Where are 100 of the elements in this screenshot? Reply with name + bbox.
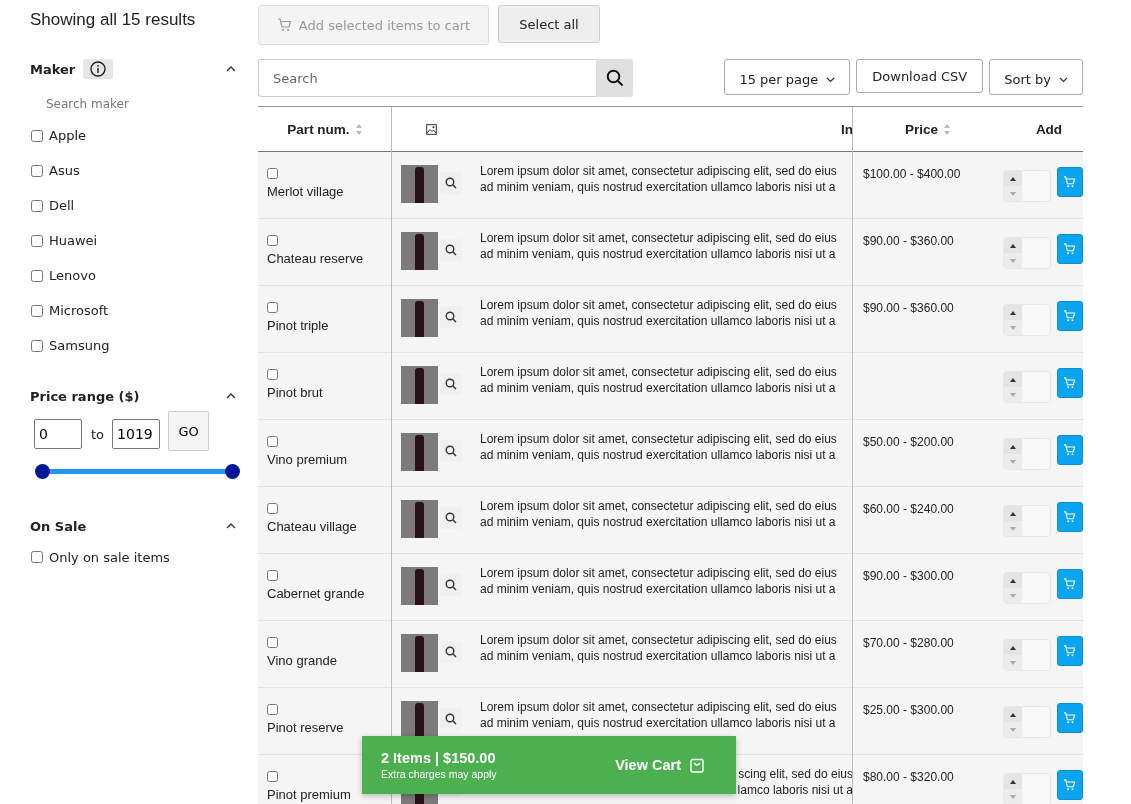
slider-thumb[interactable] — [35, 464, 50, 479]
spin-up-icon[interactable] — [1010, 310, 1016, 315]
checkbox[interactable] — [31, 164, 43, 177]
row-checkbox[interactable] — [267, 503, 278, 514]
part-name: Pinot triple — [267, 318, 330, 333]
quantity-field[interactable] — [1003, 572, 1051, 604]
min-price-field[interactable]: 0 — [34, 419, 82, 449]
info-icon[interactable] — [83, 59, 114, 79]
caret-icon — [826, 76, 836, 83]
zoom-icon[interactable] — [440, 574, 462, 596]
cart-icon — [1063, 310, 1077, 322]
cart-summary: 2 Items | $150.00 — [381, 750, 497, 766]
quantity-field[interactable] — [1003, 371, 1051, 403]
spin-up-icon[interactable] — [1010, 712, 1016, 717]
add-to-cart-button[interactable] — [1056, 435, 1083, 465]
spin-up-icon[interactable] — [1010, 176, 1016, 181]
bag-icon — [690, 757, 704, 773]
spin-up-icon[interactable] — [1010, 578, 1016, 583]
download-csv-button[interactable]: Download CSV — [856, 59, 984, 93]
zoom-icon[interactable] — [440, 239, 462, 261]
spin-up-icon[interactable] — [1010, 444, 1016, 449]
part-name: Chateau reserve — [267, 251, 365, 266]
quantity-field[interactable] — [1003, 773, 1051, 804]
zoom-icon[interactable] — [440, 172, 462, 194]
cart-icon — [1063, 645, 1077, 657]
column-header[interactable]: Part num. — [287, 121, 350, 137]
cart-icon — [1063, 578, 1077, 590]
zoom-icon[interactable] — [440, 373, 462, 395]
zoom-icon[interactable] — [440, 507, 462, 529]
quantity-field[interactable] — [1003, 237, 1051, 269]
add-to-cart-button[interactable] — [1056, 770, 1083, 800]
checkbox[interactable] — [31, 269, 43, 282]
search-field[interactable]: Search — [258, 59, 596, 97]
checkbox[interactable] — [31, 199, 43, 212]
per-page-dropdown[interactable]: 15 per page — [724, 59, 851, 95]
zoom-icon[interactable] — [440, 306, 462, 328]
add-to-cart-button[interactable] — [1056, 703, 1083, 733]
quantity-field[interactable] — [1003, 304, 1051, 336]
description-text: Lorem ipsum dolor sit amet, consectetur adipiscing elit, sed do eius — [480, 297, 838, 313]
part-name: Pinot brut — [267, 385, 324, 400]
spin-up-icon[interactable] — [1010, 645, 1016, 650]
cart-icon — [276, 18, 292, 32]
checkbox[interactable] — [31, 551, 43, 563]
spin-up-icon[interactable] — [1010, 779, 1016, 784]
zoom-icon[interactable] — [440, 708, 462, 730]
results-count: Showing all 15 results — [30, 10, 197, 31]
add-to-cart-button[interactable] — [1056, 234, 1083, 264]
row-checkbox[interactable] — [267, 570, 278, 581]
quantity-field[interactable] — [1003, 505, 1051, 537]
column-header[interactable]: Price — [905, 121, 938, 137]
row-checkbox[interactable] — [267, 168, 278, 179]
quantity-field[interactable] — [1003, 170, 1051, 202]
row-checkbox[interactable] — [267, 704, 278, 715]
add-to-cart-button[interactable] — [1056, 502, 1083, 532]
max-price-field[interactable]: 1019 — [112, 419, 161, 449]
add-to-cart-button[interactable] — [1056, 368, 1083, 398]
quantity-field[interactable] — [1003, 639, 1051, 671]
search-button[interactable] — [596, 59, 633, 97]
photo-placeholder — [401, 567, 438, 605]
go-button[interactable]: GO — [168, 411, 210, 451]
checkbox[interactable] — [31, 234, 43, 247]
row-checkbox[interactable] — [267, 436, 278, 447]
photo-placeholder — [401, 634, 438, 672]
zoom-icon[interactable] — [440, 440, 462, 462]
row-checkbox[interactable] — [267, 235, 278, 246]
row-checkbox[interactable] — [267, 771, 278, 782]
price-range: $80.00 - $320.00 — [863, 770, 954, 786]
row-checkbox[interactable] — [267, 302, 278, 313]
checkbox[interactable] — [31, 129, 43, 142]
add-to-cart-button[interactable] — [1056, 636, 1083, 666]
row-checkbox[interactable] — [267, 369, 278, 380]
chevron-icon[interactable] — [226, 523, 236, 529]
add-to-cart-button[interactable] — [1056, 167, 1083, 197]
quantity-field[interactable] — [1003, 706, 1051, 738]
section-title: Price range ($) — [30, 388, 140, 404]
price-range: $60.00 - $240.00 — [863, 502, 954, 518]
price-range-slider[interactable] — [34, 464, 240, 479]
row-checkbox[interactable] — [267, 637, 278, 648]
spin-up-icon[interactable] — [1010, 377, 1016, 382]
quantity-field[interactable] — [1003, 438, 1051, 470]
description-text: Lorem ipsum dolor sit amet, consectetur adipiscing elit, sed do eius — [480, 431, 838, 447]
spin-up-icon[interactable] — [1010, 243, 1016, 248]
sort-dropdown[interactable]: Sort by — [989, 59, 1083, 95]
option-label: Only on sale items — [49, 549, 170, 565]
add-to-cart-button[interactable] — [1056, 569, 1083, 599]
chevron-icon[interactable] — [226, 393, 236, 399]
description-text: Lorem ipsum dolor sit amet, consectetur adipiscing elit, sed do eius — [480, 163, 838, 179]
select-all-button[interactable]: Select all — [498, 5, 600, 43]
column-header: In — [841, 121, 853, 137]
slider-thumb[interactable] — [225, 464, 240, 479]
range-separator: to — [91, 426, 105, 442]
add-to-cart-button[interactable] — [1056, 301, 1083, 331]
checkbox[interactable] — [31, 339, 43, 352]
cart-icon — [1063, 444, 1077, 456]
photo-placeholder — [401, 500, 438, 538]
chevron-icon[interactable] — [226, 66, 236, 72]
zoom-icon[interactable] — [440, 641, 462, 663]
checkbox[interactable] — [31, 304, 43, 317]
spin-up-icon[interactable] — [1010, 511, 1016, 516]
option-label: Apple — [49, 128, 86, 143]
